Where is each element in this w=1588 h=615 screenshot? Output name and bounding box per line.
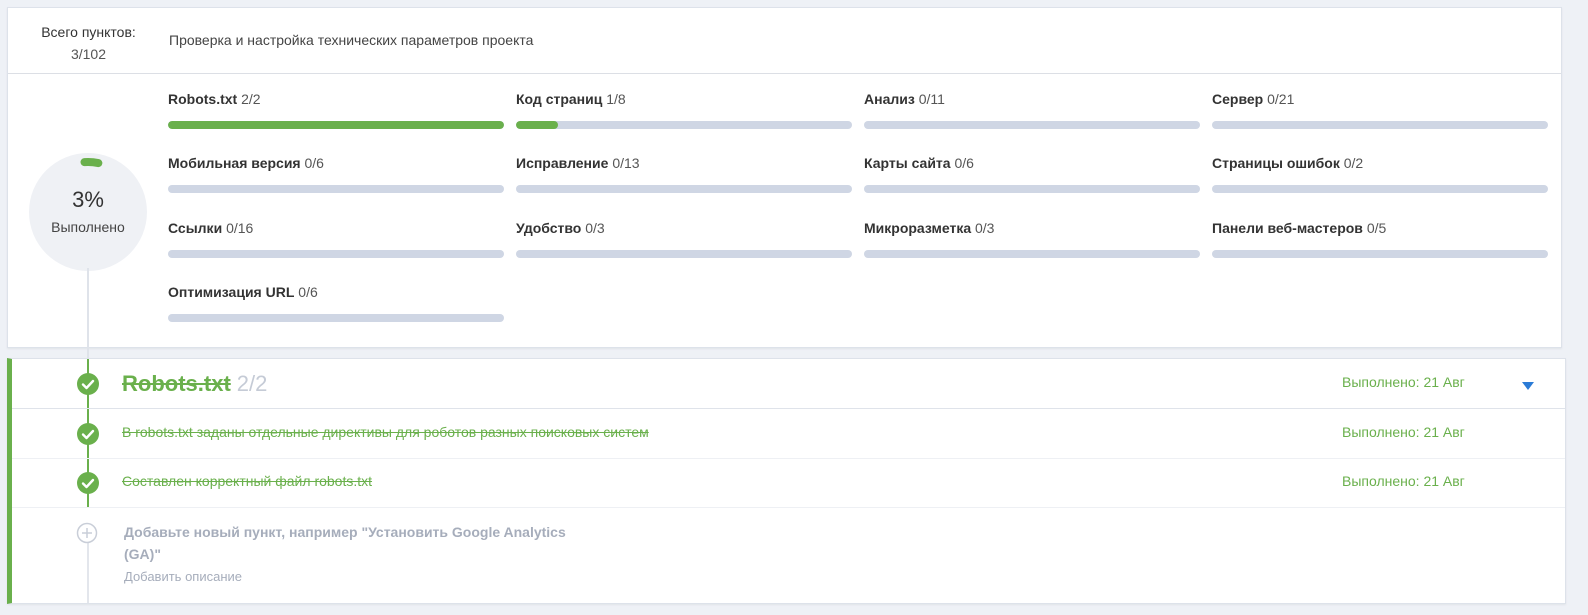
- category-name: Код страниц: [516, 91, 603, 107]
- category-name: Удобство: [516, 220, 582, 236]
- category-name: Мобильная версия: [168, 155, 301, 171]
- progress-percent: 3%: [72, 187, 104, 212]
- add-task-input[interactable]: Добавьте новый пункт, например "Установи…: [124, 521, 594, 565]
- section-robots: Robots.txt 2/2 Выполнено: 21 Авг В robots…: [7, 358, 1566, 604]
- category-progress[interactable]: Код страниц 1/8: [516, 90, 852, 129]
- category-progress[interactable]: Микроразметка 0/3: [864, 219, 1200, 258]
- section-done-date: Выполнено: 21 Авг: [1342, 374, 1465, 390]
- category-title: Анализ 0/11: [864, 90, 1200, 108]
- category-count: 0/21: [1267, 91, 1295, 107]
- category-count: 0/6: [298, 284, 318, 300]
- category-progress-bar: [1212, 250, 1548, 258]
- category-count: 0/2: [1343, 155, 1364, 171]
- category-progress[interactable]: Удобство 0/3: [516, 219, 852, 258]
- progress-circle: 3% Выполнено: [29, 153, 147, 271]
- category-title: Микроразметка 0/3: [864, 219, 1200, 237]
- category-count: 0/3: [585, 220, 605, 236]
- category-name: Страницы ошибок: [1212, 155, 1340, 171]
- category-progress-fill: [516, 121, 558, 129]
- category-progress-bar: [168, 185, 504, 193]
- category-progress[interactable]: Анализ 0/11: [864, 90, 1200, 129]
- category-title: Оптимизация URL 0/6: [168, 283, 504, 301]
- category-count: 2/2: [241, 91, 261, 107]
- category-count: 0/16: [226, 220, 254, 236]
- timeline-connector: [87, 268, 89, 360]
- category-name: Анализ: [864, 91, 915, 107]
- category-progress[interactable]: Панели веб-мастеров 0/5: [1212, 219, 1548, 258]
- check-circle-icon: [77, 373, 99, 395]
- category-progress[interactable]: Сервер 0/21: [1212, 90, 1548, 129]
- check-circle-icon[interactable]: [77, 472, 99, 494]
- add-description-link[interactable]: Добавить описание: [124, 569, 242, 584]
- category-progress-bar: [864, 250, 1200, 258]
- project-summary-card: Всего пунктов: 3/102 Проверка и настройк…: [7, 7, 1562, 348]
- category-progress-fill: [168, 121, 504, 129]
- category-title: Ссылки 0/16: [168, 219, 504, 237]
- task-done-date: Выполнено: 21 Авг: [1342, 473, 1465, 489]
- section-title[interactable]: Robots.txt 2/2: [122, 371, 267, 397]
- category-count: 0/5: [1366, 220, 1387, 236]
- category-progress[interactable]: Ссылки 0/16: [168, 219, 504, 258]
- category-name: Сервер: [1212, 91, 1264, 107]
- category-progress[interactable]: Карты сайта 0/6: [864, 154, 1200, 193]
- section-title-text: Robots.txt: [122, 371, 231, 396]
- category-title: Панели веб-мастеров 0/5: [1212, 219, 1548, 237]
- category-count: 0/6: [954, 155, 974, 171]
- category-progress[interactable]: Исправление 0/13: [516, 154, 852, 193]
- category-title: Исправление 0/13: [516, 154, 852, 172]
- category-progress[interactable]: Страницы ошибок 0/2: [1212, 154, 1548, 193]
- check-circle-icon[interactable]: [77, 423, 99, 445]
- plus-circle-icon[interactable]: [76, 522, 98, 544]
- total-items-label: Всего пунктов:: [41, 24, 136, 40]
- category-count: 0/11: [918, 91, 945, 107]
- category-progress-bar: [864, 121, 1200, 129]
- category-title: Карты сайта 0/6: [864, 154, 1200, 172]
- category-title: Robots.txt 2/2: [168, 90, 504, 108]
- category-progress-bar: [168, 250, 504, 258]
- task-done-date: Выполнено: 21 Авг: [1342, 424, 1465, 440]
- category-progress-bar: [1212, 121, 1548, 129]
- category-title: Мобильная версия 0/6: [168, 154, 504, 172]
- category-name: Ссылки: [168, 220, 223, 236]
- category-name: Панели веб-мастеров: [1212, 220, 1363, 236]
- category-count: 0/6: [304, 155, 324, 171]
- category-name: Микроразметка: [864, 220, 972, 236]
- category-progress-bar: [1212, 185, 1548, 193]
- task-text[interactable]: Составлен корректный файл robots.txt: [122, 473, 372, 489]
- category-title: Сервер 0/21: [1212, 90, 1548, 108]
- section-count: 2/2: [236, 371, 268, 396]
- category-progress-bar: [516, 121, 852, 129]
- total-items-value: 3/102: [70, 46, 107, 62]
- category-count: 0/13: [612, 155, 640, 171]
- category-progress-bar: [516, 185, 852, 193]
- category-progress-bar: [168, 121, 504, 129]
- project-title: Проверка и настройка технических парамет…: [169, 32, 534, 48]
- timeline-line-pending: [87, 535, 89, 603]
- category-count: 0/3: [975, 220, 995, 236]
- category-name: Robots.txt: [168, 91, 238, 107]
- category-name: Оптимизация URL: [168, 284, 295, 300]
- category-progress[interactable]: Оптимизация URL 0/6: [168, 283, 504, 322]
- category-title: Код страниц 1/8: [516, 90, 852, 108]
- category-name: Исправление: [516, 155, 609, 171]
- task-row[interactable]: Составлен корректный файл robots.txt Вып…: [12, 458, 1565, 508]
- category-title: Удобство 0/3: [516, 219, 852, 237]
- divider: [8, 73, 1561, 74]
- category-progress[interactable]: Robots.txt 2/2: [168, 90, 504, 129]
- chevron-down-icon[interactable]: [1522, 377, 1534, 395]
- category-name: Карты сайта: [864, 155, 951, 171]
- category-progress-bar: [864, 185, 1200, 193]
- progress-label: Выполнено: [51, 219, 125, 235]
- category-progress[interactable]: Мобильная версия 0/6: [168, 154, 504, 193]
- task-row[interactable]: В robots.txt заданы отдельные директивы …: [12, 409, 1565, 459]
- category-title: Страницы ошибок 0/2: [1212, 154, 1548, 172]
- category-progress-bar: [168, 314, 504, 322]
- category-progress-bar: [516, 250, 852, 258]
- task-text[interactable]: В robots.txt заданы отдельные директивы …: [122, 424, 649, 440]
- total-items: Всего пунктов: 3/102: [36, 21, 141, 65]
- category-count: 1/8: [606, 91, 626, 107]
